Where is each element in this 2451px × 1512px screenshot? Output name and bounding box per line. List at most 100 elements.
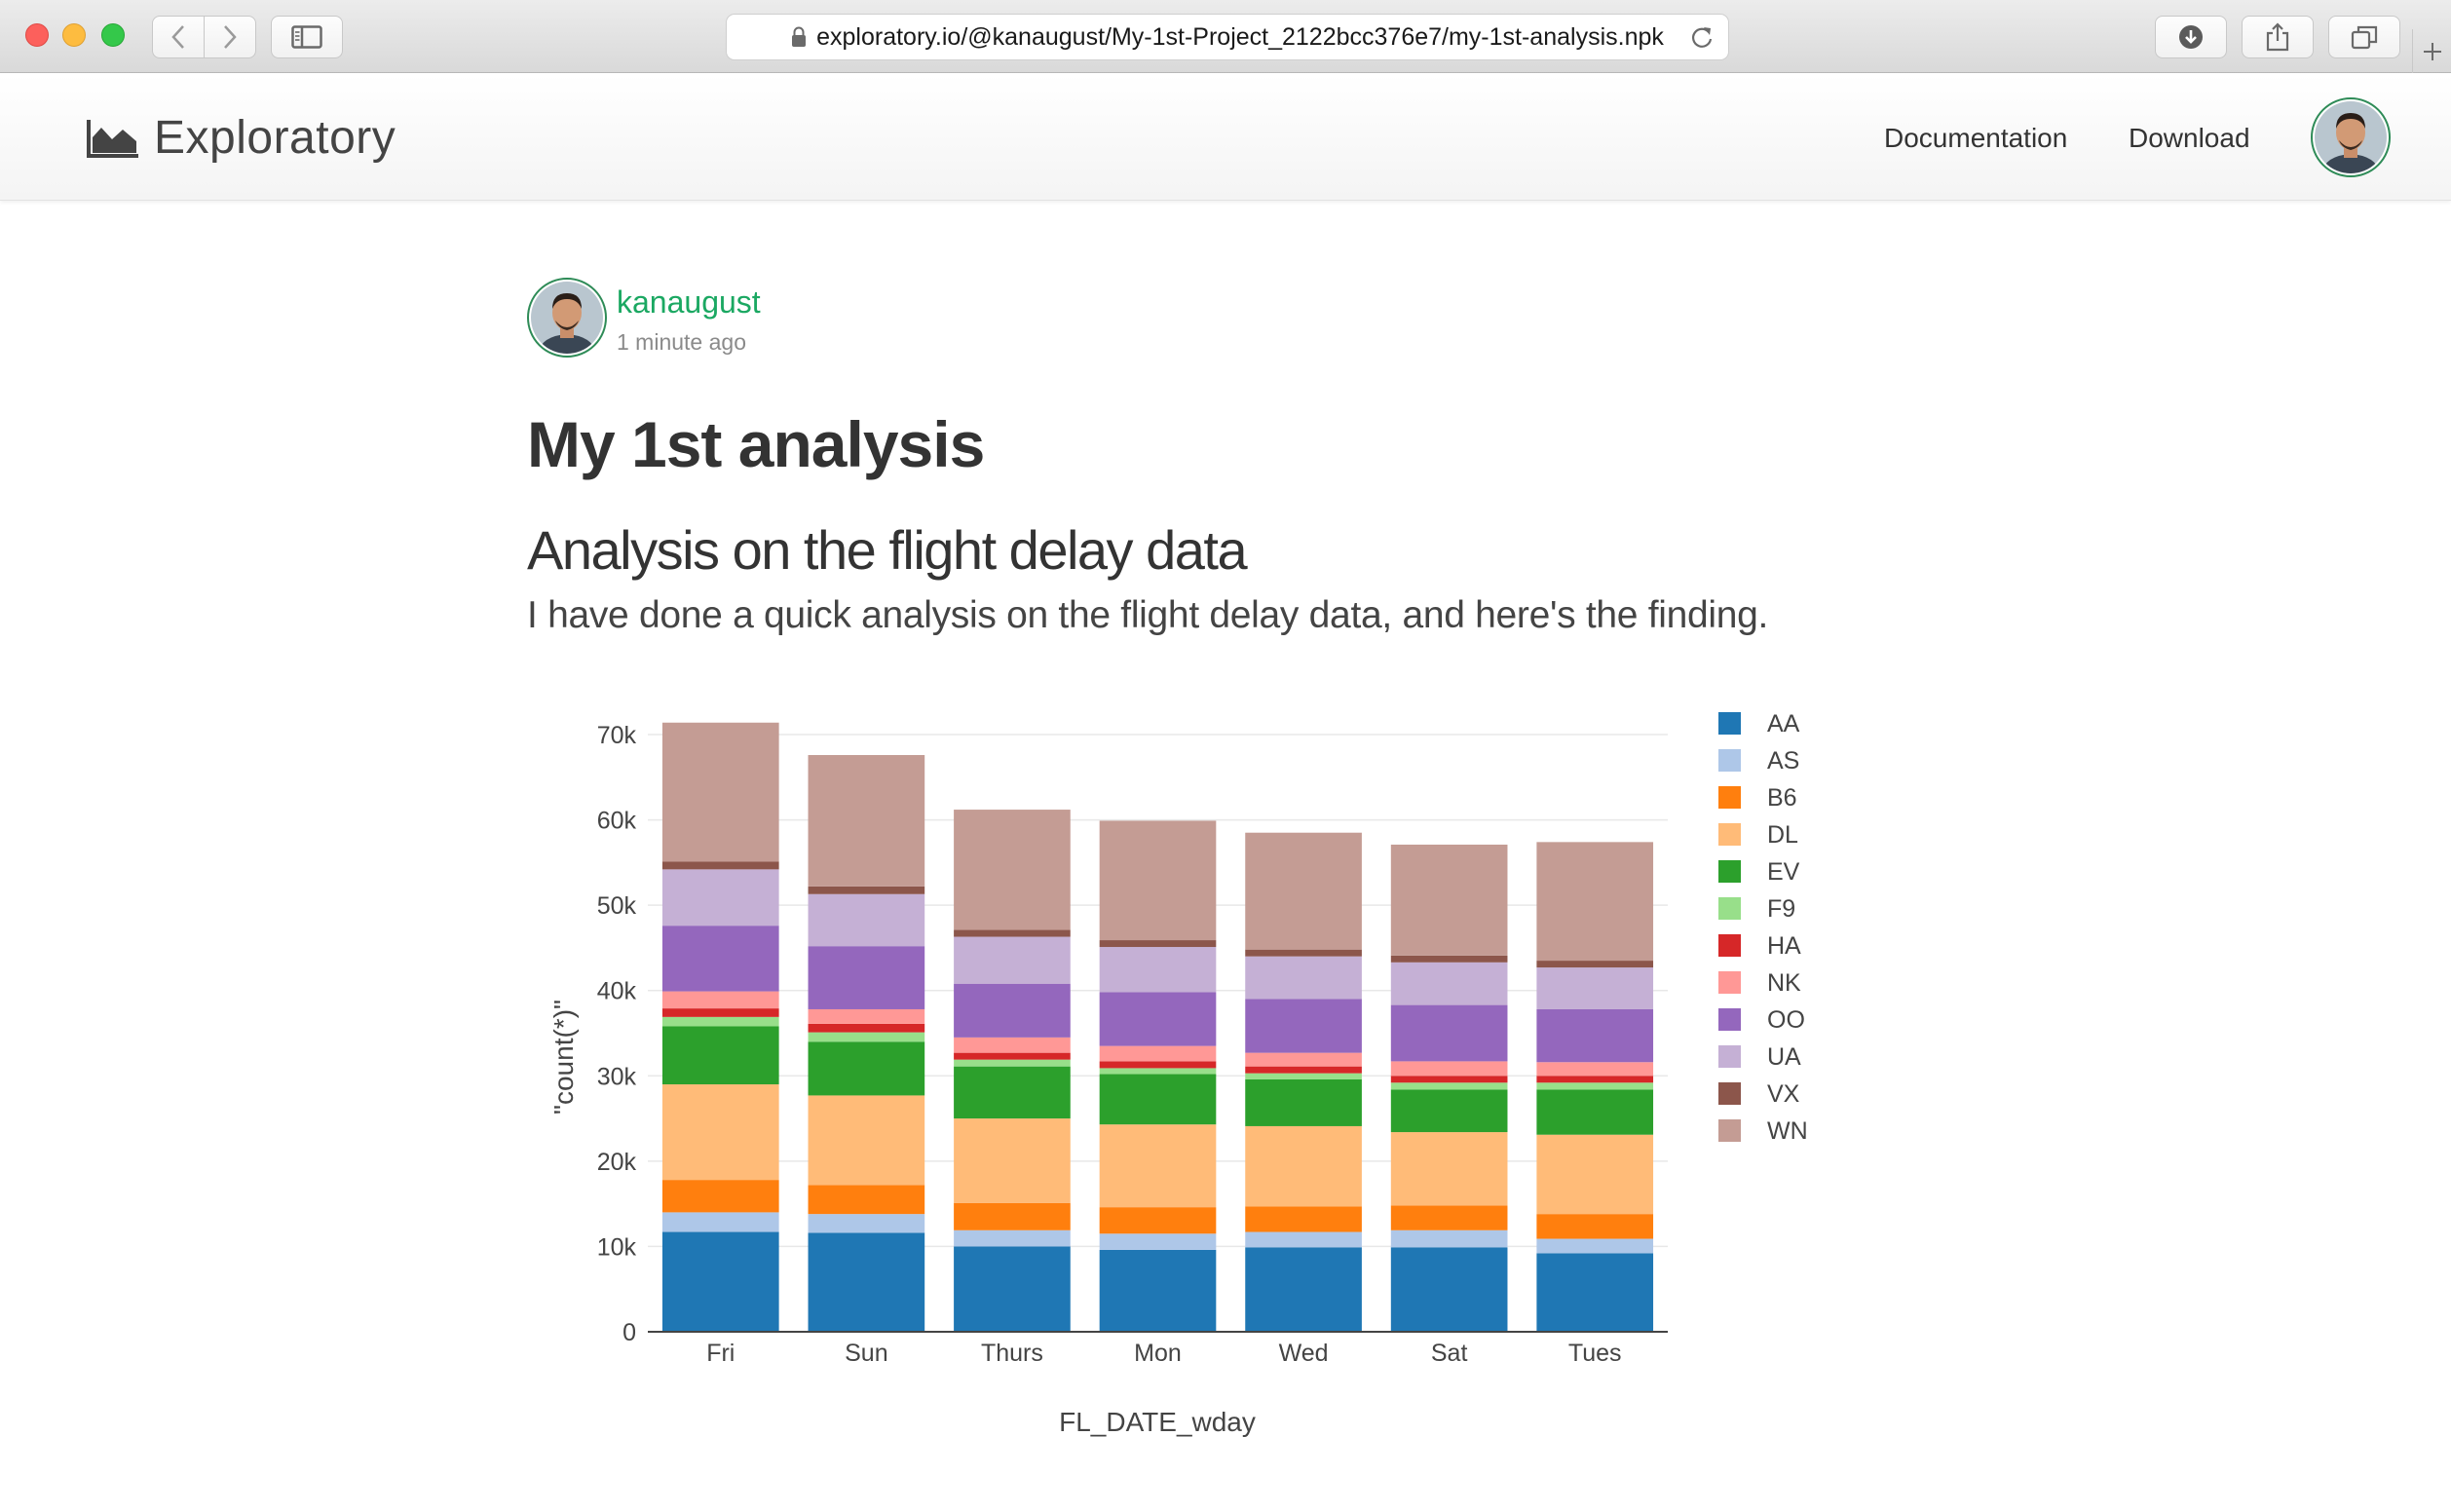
- legend-item-as[interactable]: AS: [1718, 747, 1799, 775]
- bar-segment-mon-vx[interactable]: [1099, 940, 1217, 948]
- bar-segment-wed-ha[interactable]: [1245, 1066, 1362, 1074]
- bar-segment-sun-ha[interactable]: [808, 1023, 925, 1033]
- bar-segment-sat-ha[interactable]: [1390, 1076, 1508, 1083]
- downloads-button[interactable]: [2155, 16, 2227, 58]
- bar-segment-thurs-ha[interactable]: [954, 1052, 1071, 1060]
- sidebar-button[interactable]: [271, 16, 343, 58]
- bar-segment-thurs-as[interactable]: [954, 1229, 1071, 1247]
- bar-segment-wed-ev[interactable]: [1245, 1078, 1362, 1126]
- address-bar[interactable]: exploratory.io/@kanaugust/My-1st-Project…: [726, 14, 1729, 60]
- bar-segment-tues-oo[interactable]: [1536, 1008, 1654, 1063]
- bar-segment-mon-b6[interactable]: [1099, 1207, 1217, 1234]
- bar-segment-wed-as[interactable]: [1245, 1231, 1362, 1248]
- legend-item-ha[interactable]: HA: [1718, 932, 1801, 960]
- reload-icon[interactable]: [1689, 24, 1715, 50]
- forward-button[interactable]: [204, 16, 256, 58]
- legend-item-vx[interactable]: VX: [1718, 1080, 1800, 1108]
- bar-segment-thurs-aa[interactable]: [954, 1246, 1071, 1332]
- legend-item-dl[interactable]: DL: [1718, 821, 1798, 849]
- bar-segment-mon-ev[interactable]: [1099, 1074, 1217, 1125]
- bar-segment-mon-oo[interactable]: [1099, 992, 1217, 1046]
- bar-segment-sun-oo[interactable]: [808, 946, 925, 1009]
- minimize-window-button[interactable]: [62, 23, 86, 47]
- bar-segment-sun-nk[interactable]: [808, 1008, 925, 1024]
- bar-segment-mon-ha[interactable]: [1099, 1061, 1217, 1069]
- show-tabs-button[interactable]: [2328, 16, 2400, 58]
- bar-segment-sat-nk[interactable]: [1390, 1061, 1508, 1077]
- bar-segment-sat-as[interactable]: [1390, 1229, 1508, 1248]
- bar-segment-sun-dl[interactable]: [808, 1095, 925, 1186]
- legend-item-f9[interactable]: F9: [1718, 895, 1795, 923]
- user-avatar[interactable]: [2311, 97, 2391, 177]
- bar-segment-sat-vx[interactable]: [1390, 955, 1508, 963]
- bar-segment-sun-b6[interactable]: [808, 1185, 925, 1215]
- bar-segment-fri-as[interactable]: [661, 1212, 779, 1232]
- bar-segment-mon-ua[interactable]: [1099, 947, 1217, 993]
- bar-segment-wed-ua[interactable]: [1245, 956, 1362, 1000]
- legend-item-ua[interactable]: UA: [1718, 1043, 1801, 1071]
- bar-segment-fri-nk[interactable]: [661, 991, 779, 1009]
- author-avatar[interactable]: [527, 278, 607, 358]
- legend-item-b6[interactable]: B6: [1718, 784, 1797, 812]
- bar-segment-tues-as[interactable]: [1536, 1238, 1654, 1254]
- share-button[interactable]: [2242, 16, 2314, 58]
- bar-segment-thurs-nk[interactable]: [954, 1037, 1071, 1053]
- brand-logo-link[interactable]: Exploratory: [86, 111, 396, 165]
- bar-segment-tues-wn[interactable]: [1536, 842, 1654, 962]
- bar-segment-sat-f9[interactable]: [1390, 1082, 1508, 1090]
- bar-segment-tues-ha[interactable]: [1536, 1076, 1654, 1083]
- bar-segment-wed-b6[interactable]: [1245, 1206, 1362, 1232]
- bar-segment-wed-wn[interactable]: [1245, 832, 1362, 950]
- bar-segment-fri-oo[interactable]: [661, 926, 779, 992]
- bar-segment-fri-ev[interactable]: [661, 1026, 779, 1085]
- legend-item-oo[interactable]: OO: [1718, 1006, 1805, 1034]
- legend-item-ev[interactable]: EV: [1718, 858, 1800, 886]
- bar-segment-tues-nk[interactable]: [1536, 1062, 1654, 1077]
- bar-segment-sat-b6[interactable]: [1390, 1205, 1508, 1230]
- bar-segment-fri-b6[interactable]: [661, 1180, 779, 1213]
- bar-segment-thurs-dl[interactable]: [954, 1118, 1071, 1203]
- bar-segment-thurs-ev[interactable]: [954, 1066, 1071, 1119]
- bar-segment-wed-oo[interactable]: [1245, 999, 1362, 1053]
- bar-segment-fri-aa[interactable]: [661, 1231, 779, 1332]
- bar-segment-fri-ua[interactable]: [661, 869, 779, 926]
- bar-segment-sun-vx[interactable]: [808, 886, 925, 894]
- bar-segment-wed-f9[interactable]: [1245, 1073, 1362, 1079]
- legend-item-wn[interactable]: WN: [1718, 1117, 1808, 1145]
- bar-segment-mon-nk[interactable]: [1099, 1045, 1217, 1062]
- bar-segment-tues-ev[interactable]: [1536, 1089, 1654, 1135]
- bar-segment-thurs-ua[interactable]: [954, 936, 1071, 984]
- bar-segment-wed-vx[interactable]: [1245, 949, 1362, 957]
- bar-segment-wed-aa[interactable]: [1245, 1247, 1362, 1332]
- bar-segment-mon-wn[interactable]: [1099, 820, 1217, 941]
- bar-segment-fri-wn[interactable]: [661, 722, 779, 862]
- bar-segment-wed-nk[interactable]: [1245, 1052, 1362, 1067]
- bar-segment-mon-dl[interactable]: [1099, 1124, 1217, 1208]
- bar-segment-thurs-wn[interactable]: [954, 810, 1071, 930]
- bar-segment-thurs-oo[interactable]: [954, 983, 1071, 1038]
- bar-segment-tues-f9[interactable]: [1536, 1082, 1654, 1090]
- bar-segment-fri-vx[interactable]: [661, 861, 779, 870]
- bar-segment-sun-aa[interactable]: [808, 1232, 925, 1332]
- bar-segment-tues-vx[interactable]: [1536, 961, 1654, 968]
- legend-item-nk[interactable]: NK: [1718, 969, 1801, 997]
- bar-segment-sun-as[interactable]: [808, 1214, 925, 1233]
- bar-segment-mon-as[interactable]: [1099, 1233, 1217, 1250]
- bar-segment-fri-f9[interactable]: [661, 1016, 779, 1027]
- bar-segment-sat-dl[interactable]: [1390, 1132, 1508, 1206]
- close-window-button[interactable]: [25, 23, 49, 47]
- bar-segment-thurs-vx[interactable]: [954, 929, 1071, 937]
- nav-download-link[interactable]: Download: [2129, 123, 2250, 154]
- bar-segment-sat-ev[interactable]: [1390, 1089, 1508, 1133]
- back-button[interactable]: [152, 16, 205, 58]
- bar-segment-sun-ua[interactable]: [808, 893, 925, 947]
- bar-segment-sun-ev[interactable]: [808, 1041, 925, 1096]
- bar-segment-sun-wn[interactable]: [808, 755, 925, 887]
- new-tab-button[interactable]: [2412, 29, 2451, 73]
- bar-segment-mon-aa[interactable]: [1099, 1249, 1217, 1332]
- bar-segment-tues-b6[interactable]: [1536, 1214, 1654, 1239]
- bar-segment-tues-aa[interactable]: [1536, 1253, 1654, 1332]
- bar-segment-fri-dl[interactable]: [661, 1084, 779, 1181]
- bar-segment-sat-wn[interactable]: [1390, 844, 1508, 956]
- bar-segment-thurs-f9[interactable]: [954, 1059, 1071, 1067]
